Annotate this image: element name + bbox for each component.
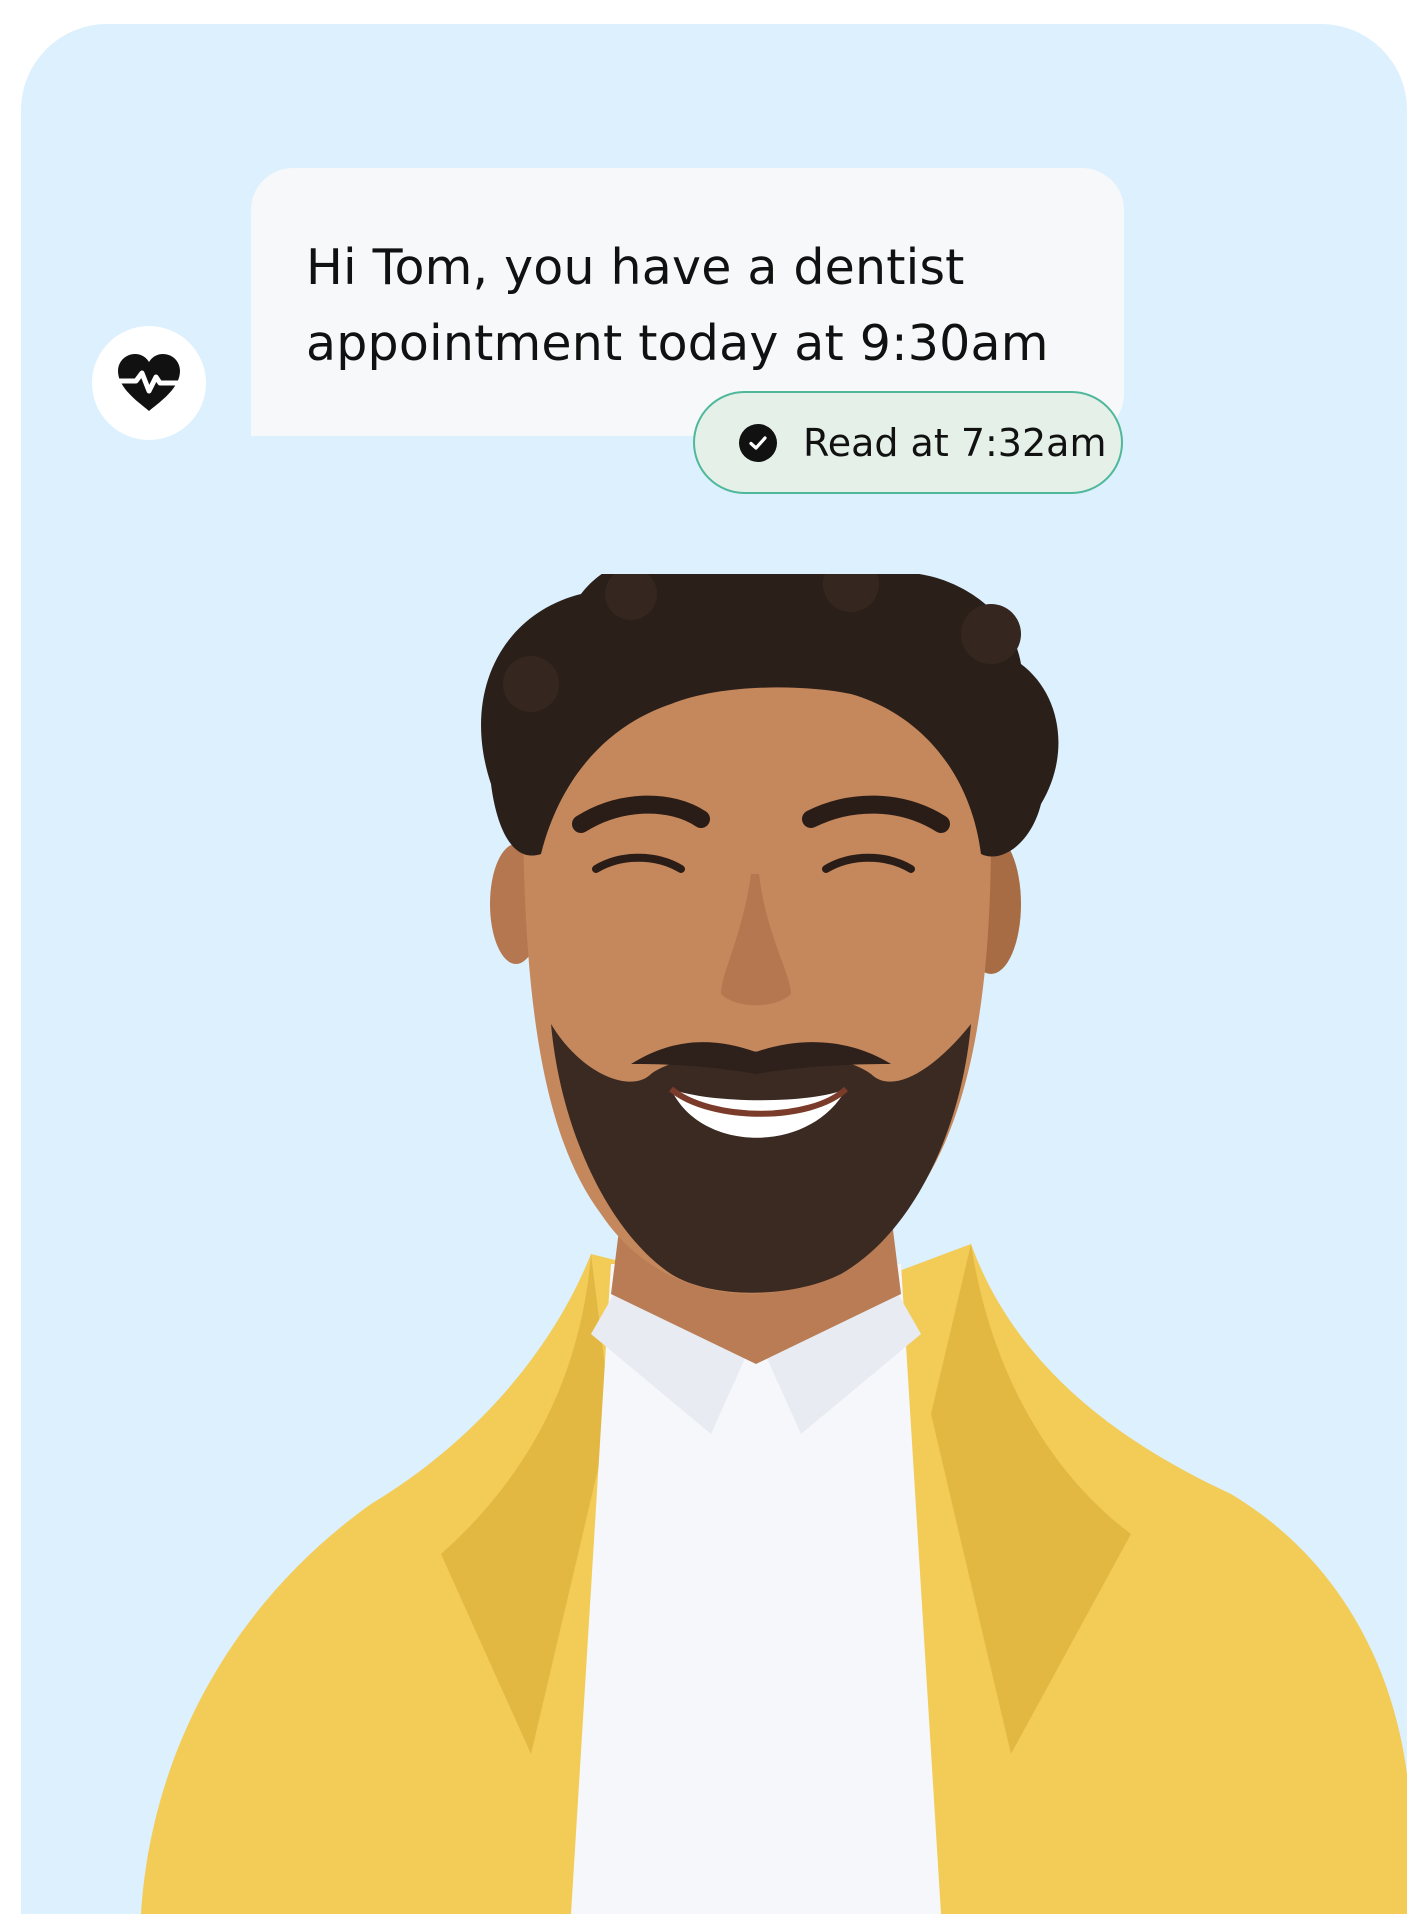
- check-circle-icon: [739, 423, 777, 462]
- read-receipt-text: Read at 7:32am: [803, 420, 1107, 465]
- person-photo: [111, 574, 1407, 1914]
- chat-card: Hi Tom, you have a dentist appointment t…: [21, 24, 1407, 1914]
- message-text: Hi Tom, you have a dentist appointment t…: [306, 239, 1049, 372]
- read-receipt-badge: Read at 7:32am: [693, 391, 1123, 494]
- heart-pulse-icon: [117, 354, 181, 411]
- sender-avatar: [92, 326, 206, 440]
